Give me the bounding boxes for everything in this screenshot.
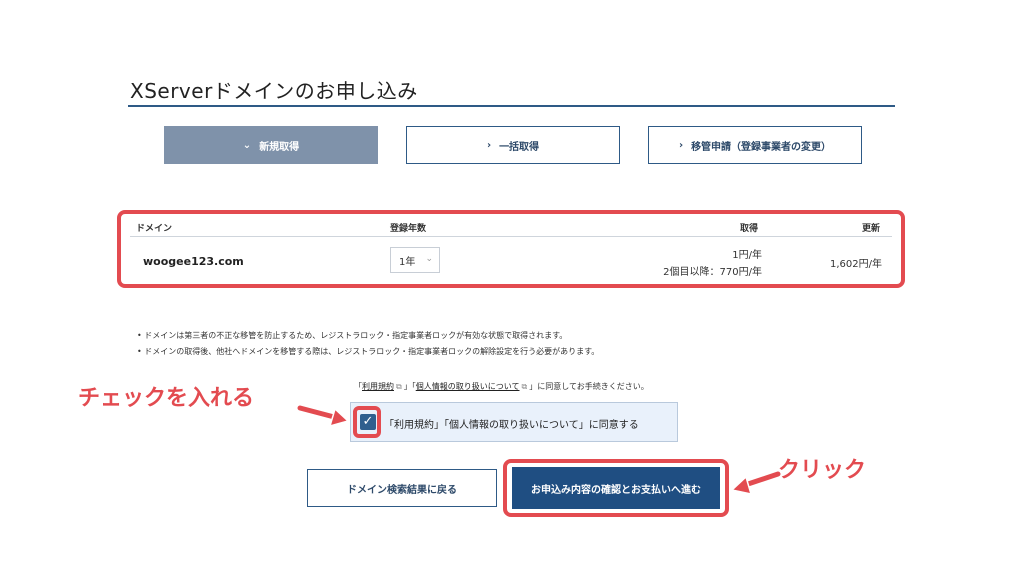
arrow-icon [730, 469, 783, 495]
